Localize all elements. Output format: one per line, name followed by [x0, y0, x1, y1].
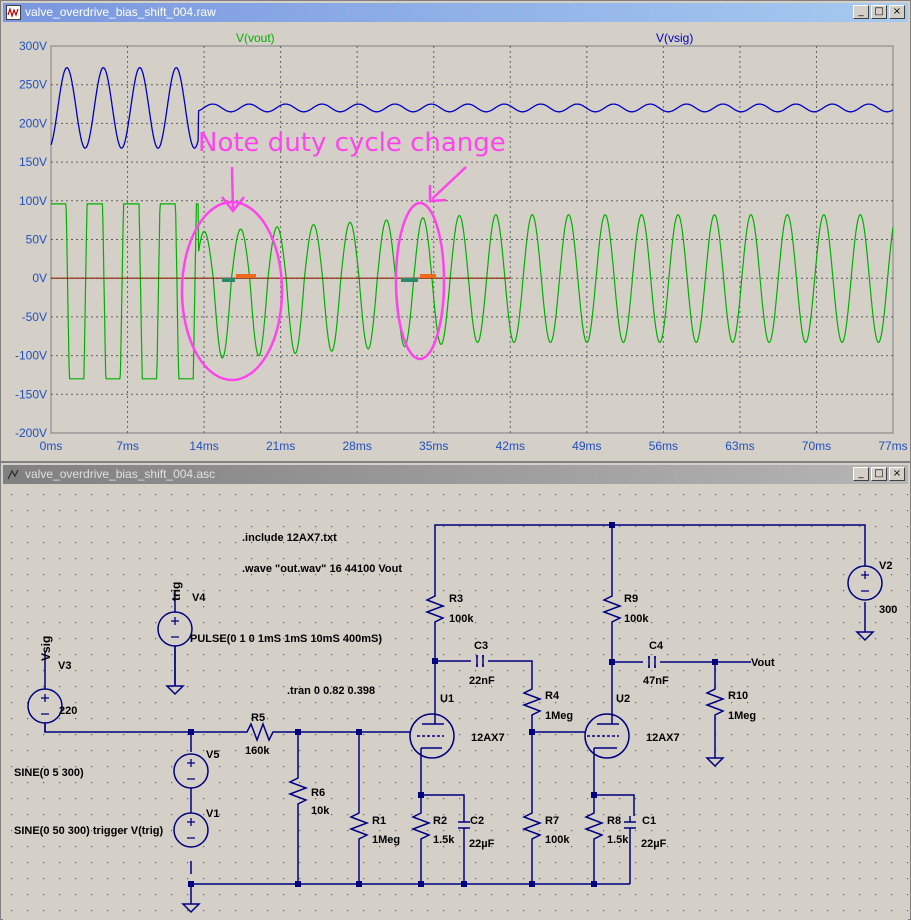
- net-label-trig: trig: [169, 582, 183, 601]
- schematic-drawing[interactable]: trig Vsig Vout .include 12AX7.txt .wave …: [3, 486, 908, 920]
- directive-include[interactable]: .include 12AX7.txt: [242, 532, 337, 544]
- net-label-vout: Vout: [751, 657, 775, 669]
- x-tick-label: 28ms: [343, 439, 372, 453]
- label-v2-name: V2: [879, 560, 892, 572]
- label-v1-value: SINE(0 50 300) trigger V(trig): [14, 825, 163, 837]
- x-tick-label: 56ms: [649, 439, 678, 453]
- schematic-window: valve_overdrive_bias_shift_004.asc _ □ ×: [0, 462, 911, 920]
- y-tick-label: 150V: [19, 155, 47, 169]
- x-tick-label: 49ms: [572, 439, 601, 453]
- label-r9-value: 100k: [624, 613, 649, 625]
- label-u2-name: U2: [616, 693, 630, 705]
- label-v3-value: 220: [59, 705, 77, 717]
- label-r6-name: R6: [311, 787, 325, 799]
- label-c3-value: 22nF: [469, 675, 495, 687]
- label-c3-name: C3: [474, 640, 488, 652]
- label-r7-name: R7: [545, 815, 559, 827]
- x-tick-label: 14ms: [189, 439, 218, 453]
- x-tick-label: 35ms: [419, 439, 448, 453]
- label-c2-name: C2: [470, 815, 484, 827]
- legend-vout[interactable]: V(vout): [236, 31, 275, 45]
- label-v3-name: V3: [58, 660, 71, 672]
- minimize-button[interactable]: _: [853, 467, 869, 481]
- x-tick-label: 63ms: [725, 439, 754, 453]
- schematic-window-titlebar[interactable]: valve_overdrive_bias_shift_004.asc _ □ ×: [3, 465, 908, 484]
- label-c1-name: C1: [642, 815, 656, 827]
- label-r8-value: 1.5k: [607, 834, 629, 846]
- y-tick-label: -100V: [15, 349, 47, 363]
- label-v4-value: PULSE(0 1 0 1mS 1mS 10mS 400mS): [190, 633, 382, 645]
- x-tick-label: 70ms: [802, 439, 831, 453]
- label-c4-name: C4: [649, 640, 664, 652]
- directive-tran[interactable]: .tran 0 0.82 0.398: [287, 685, 375, 697]
- label-r6-value: 10k: [311, 805, 330, 817]
- label-r3-name: R3: [449, 593, 463, 605]
- label-v1-name: V1: [206, 808, 219, 820]
- annotation-arrow-1: [230, 166, 235, 210]
- schematic-canvas[interactable]: trig Vsig Vout .include 12AX7.txt .wave …: [3, 486, 908, 920]
- label-r5-name: R5: [251, 712, 265, 724]
- schematic-window-title: valve_overdrive_bias_shift_004.asc: [25, 467, 216, 481]
- label-r4-value: 1Meg: [545, 710, 573, 722]
- x-tick-label: 42ms: [496, 439, 525, 453]
- label-r9-name: R9: [624, 593, 638, 605]
- label-r3-value: 100k: [449, 613, 474, 625]
- label-r8-name: R8: [607, 815, 621, 827]
- legend-vsig[interactable]: V(vsig): [656, 31, 693, 45]
- y-tick-label: 100V: [19, 194, 47, 208]
- label-v5-name: V5: [206, 749, 219, 761]
- close-button[interactable]: ×: [889, 5, 905, 19]
- plot-window-titlebar[interactable]: valve_overdrive_bias_shift_004.raw _ □ ×: [3, 3, 908, 22]
- label-r1-value: 1Meg: [372, 834, 400, 846]
- minimize-button[interactable]: _: [853, 5, 869, 19]
- net-label-vsig: Vsig: [39, 636, 53, 661]
- y-axis-ticks: 300V 250V 200V 150V 100V 50V 0V -50V -100V -150V -…: [15, 39, 47, 440]
- label-v2-value: 300: [879, 604, 897, 616]
- label-r1-name: R1: [372, 815, 386, 827]
- label-v5-value: SINE(0 5 300): [14, 767, 84, 779]
- y-tick-label: -50V: [22, 310, 47, 324]
- annotation-text: Note duty cycle change: [198, 128, 506, 158]
- y-tick-label: 0V: [32, 271, 47, 285]
- label-c4-value: 47nF: [643, 675, 669, 687]
- label-u2-value: 12AX7: [646, 732, 680, 744]
- label-r2-name: R2: [433, 815, 447, 827]
- plot-window: valve_overdrive_bias_shift_004.raw _ □ ×…: [0, 0, 911, 462]
- x-axis-ticks: 0ms 7ms 14ms 21ms 28ms 35ms 42ms 49ms 56ms 63ms 70…: [40, 439, 908, 453]
- x-tick-label: 7ms: [116, 439, 139, 453]
- label-v4-name: V4: [192, 592, 206, 604]
- maximize-button[interactable]: □: [871, 5, 887, 19]
- y-tick-label: 300V: [19, 39, 47, 53]
- label-r10-value: 1Meg: [728, 710, 756, 722]
- y-tick-label: 200V: [19, 116, 47, 130]
- label-r4-name: R4: [545, 690, 560, 702]
- x-tick-label: 77ms: [878, 439, 907, 453]
- y-tick-label: -200V: [15, 426, 47, 440]
- schematic-grid: [3, 486, 908, 920]
- waveform-plot[interactable]: 300V 250V 200V 150V 100V 50V 0V -50V -100V -150V -…: [3, 24, 908, 461]
- maximize-button[interactable]: □: [871, 467, 887, 481]
- waveform-plot-pane[interactable]: 300V 250V 200V 150V 100V 50V 0V -50V -100V -150V -…: [3, 24, 908, 461]
- schematic-app-icon: [7, 469, 19, 480]
- x-tick-label: 0ms: [40, 439, 63, 453]
- y-tick-label: 50V: [26, 233, 47, 247]
- y-tick-label: -150V: [15, 387, 47, 401]
- waveform-app-icon: [6, 5, 21, 20]
- x-tick-label: 21ms: [266, 439, 295, 453]
- label-r10-name: R10: [728, 690, 748, 702]
- label-u1-value: 12AX7: [471, 732, 505, 744]
- y-tick-label: 250V: [19, 78, 47, 92]
- label-c2-value: 22µF: [469, 838, 495, 850]
- directive-wave[interactable]: .wave "out.wav" 16 44100 Vout: [242, 563, 402, 575]
- close-button[interactable]: ×: [889, 467, 905, 481]
- plot-window-title: valve_overdrive_bias_shift_004.raw: [25, 5, 216, 19]
- label-u1-name: U1: [440, 693, 454, 705]
- label-r7-value: 100k: [545, 834, 570, 846]
- label-r5-value: 160k: [245, 745, 270, 757]
- label-r2-value: 1.5k: [433, 834, 455, 846]
- label-c1-value: 22µF: [641, 838, 667, 850]
